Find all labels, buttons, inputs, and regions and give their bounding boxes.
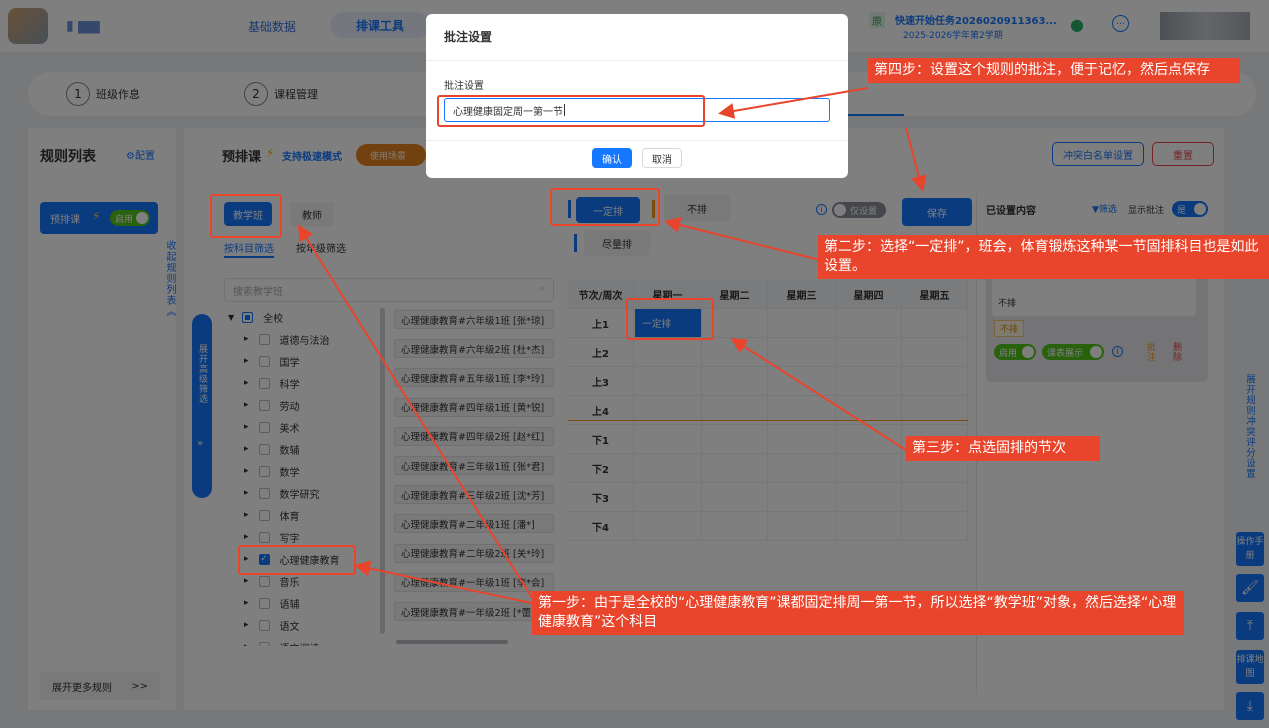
highlight-note-input — [437, 95, 705, 127]
callout-step3: 第三步：点选固排的节次 — [906, 436, 1100, 461]
highlight-class-button — [210, 194, 282, 238]
arrow-step2 — [664, 217, 821, 261]
callout-step2: 第二步：选择“一定排”，班会，体育锻炼这种某一节固排科目也是如此设置。 — [818, 235, 1269, 279]
highlight-mon-period1 — [626, 298, 714, 340]
highlight-fixed-option — [550, 188, 660, 226]
callout-step4: 第四步：设置这个规则的批注，便于记忆，然后点保存 — [868, 58, 1240, 83]
arrow-step1-b — [354, 560, 537, 605]
arrow-step4-b — [905, 127, 927, 192]
arrow-step3 — [730, 337, 907, 451]
callout-step1: 第一步：由于是全校的“心理健康教育”课都固定排周一第一节，所以选择“教学班”对象… — [532, 591, 1184, 635]
highlight-psych-subject — [238, 545, 356, 575]
arrow-step4-a — [718, 87, 869, 119]
